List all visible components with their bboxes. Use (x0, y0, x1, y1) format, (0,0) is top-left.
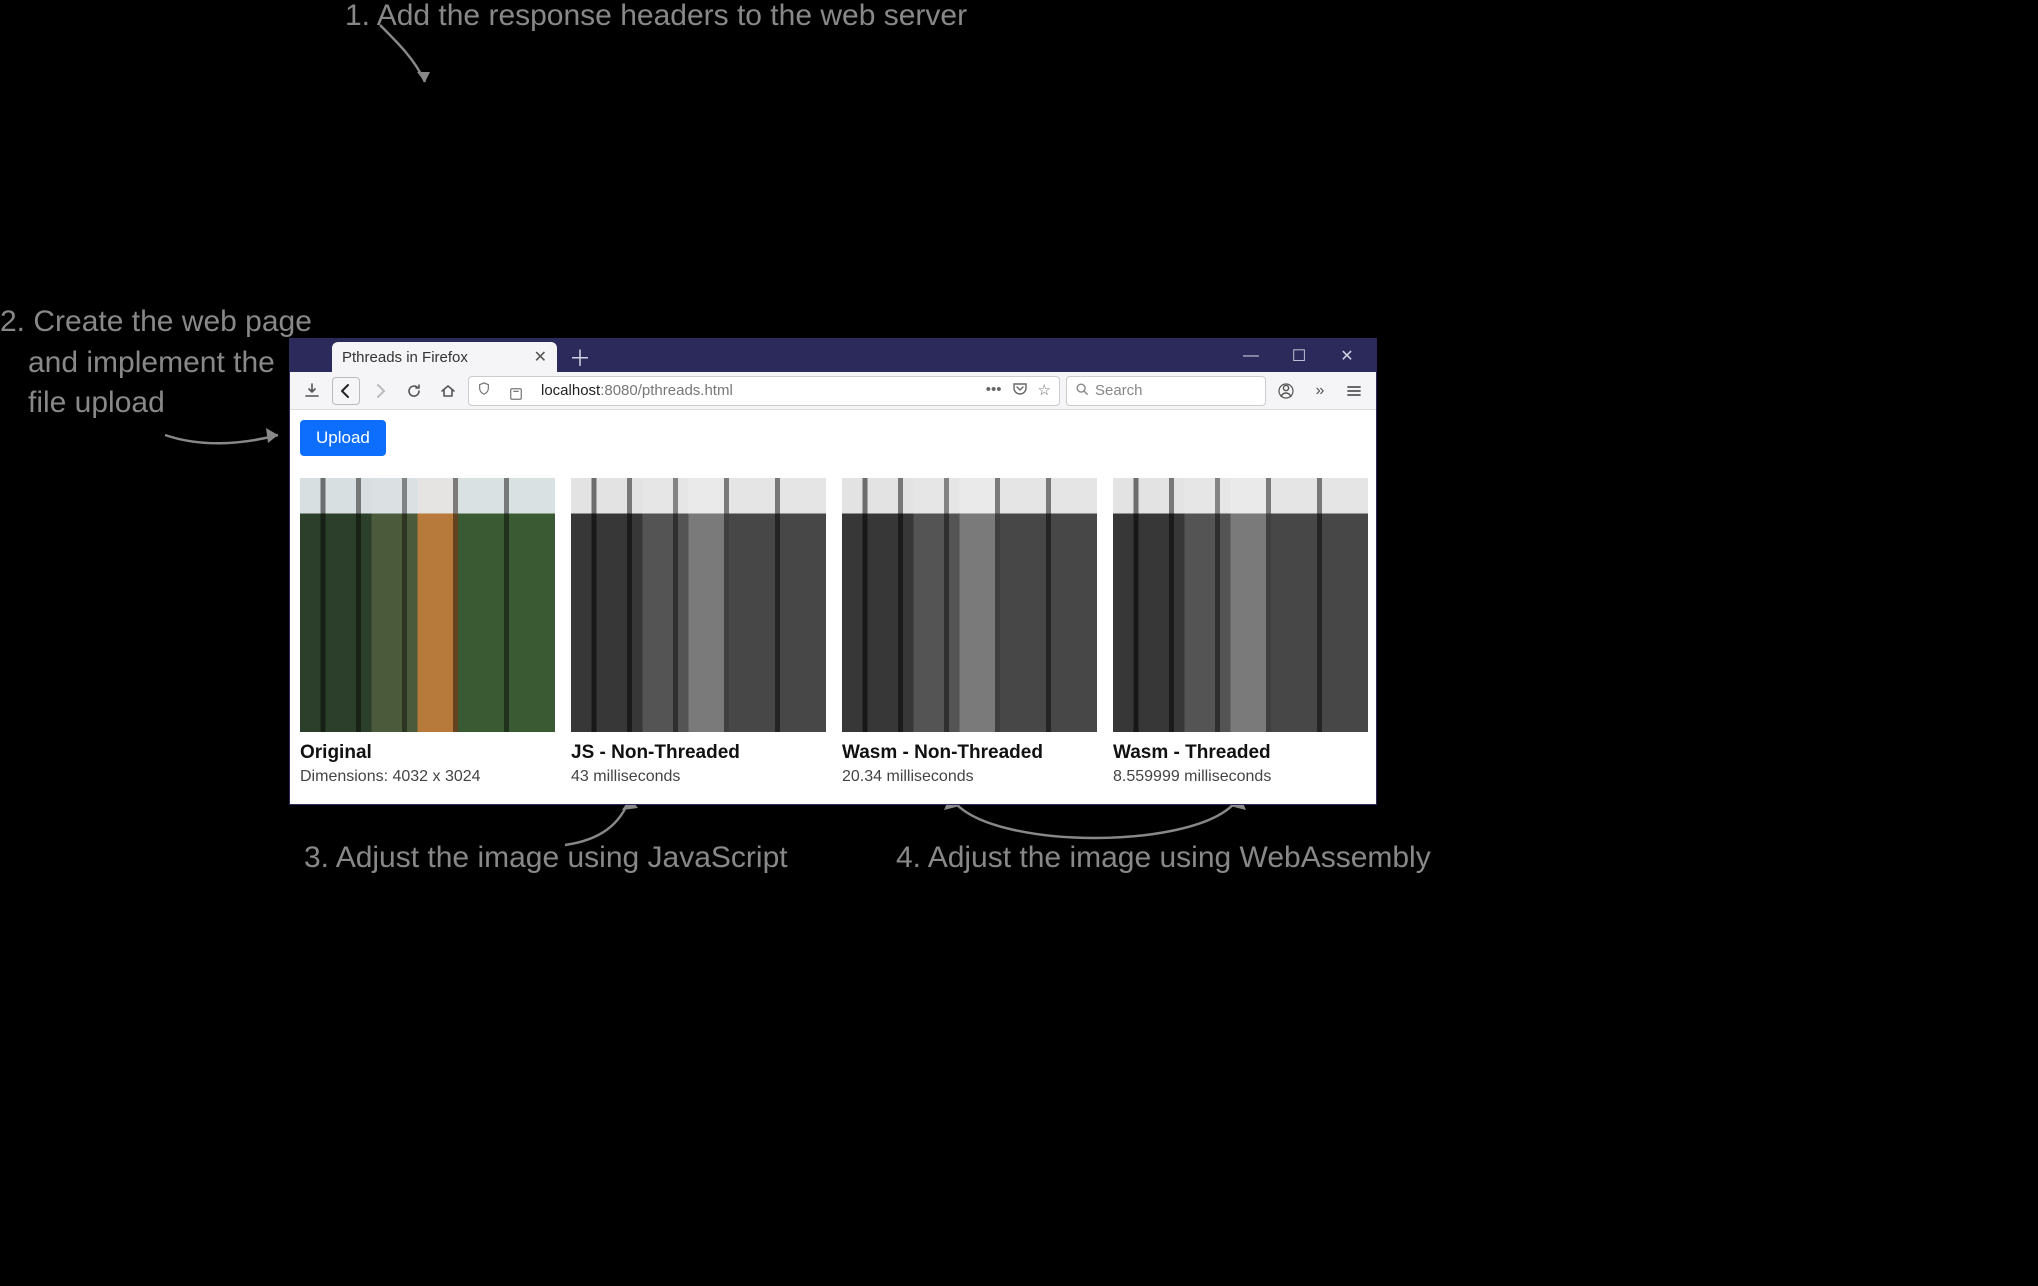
annotation-step2-l1: 2. Create the web page (0, 302, 312, 343)
reload-button[interactable] (400, 377, 428, 405)
card-sub: 20.34 milliseconds (842, 768, 1097, 786)
card-title: Original (300, 742, 555, 764)
card-js-non-threaded: JS - Non-Threaded 43 milliseconds (571, 478, 826, 786)
search-bar[interactable]: Search (1066, 376, 1266, 406)
downloads-icon[interactable] (298, 377, 326, 405)
thumb-original (300, 478, 555, 732)
browser-tab[interactable]: Pthreads in Firefox ✕ (332, 342, 557, 372)
annotation-step2-l2: and implement the (0, 343, 312, 384)
card-sub: 43 milliseconds (571, 768, 826, 786)
image-gallery: Original Dimensions: 4032 x 3024 JS - No… (300, 478, 1366, 786)
thumb-wasm-t (1113, 478, 1368, 732)
url-bar[interactable]: localhost:8080/pthreads.html ••• ☆ (468, 376, 1060, 406)
new-tab-button[interactable]: ＋ (569, 342, 591, 372)
card-wasm-non-threaded: Wasm - Non-Threaded 20.34 milliseconds (842, 478, 1097, 786)
browser-window: Pthreads in Firefox ✕ ＋ ― ☐ ✕ (290, 339, 1376, 804)
browser-toolbar: localhost:8080/pthreads.html ••• ☆ Searc… (290, 372, 1376, 410)
card-original: Original Dimensions: 4032 x 3024 (300, 478, 555, 786)
pocket-icon[interactable] (1012, 381, 1028, 401)
app-menu-icon[interactable] (1340, 377, 1368, 405)
back-button[interactable] (332, 377, 360, 405)
tab-strip: Pthreads in Firefox ✕ ＋ ― ☐ ✕ (290, 339, 1376, 372)
page-content: Upload Original Dimensions: 4032 x 3024 … (290, 410, 1376, 786)
thumb-js (571, 478, 826, 732)
upload-button[interactable]: Upload (300, 420, 386, 456)
card-title: Wasm - Threaded (1113, 742, 1368, 764)
overflow-icon[interactable]: » (1306, 377, 1334, 405)
bookmark-star-icon[interactable]: ☆ (1038, 381, 1051, 401)
page-actions-icon[interactable]: ••• (986, 381, 1002, 401)
tab-close-icon[interactable]: ✕ (534, 347, 547, 367)
card-sub: 8.559999 milliseconds (1113, 768, 1368, 786)
search-placeholder: Search (1095, 382, 1143, 399)
tab-title: Pthreads in Firefox (342, 349, 468, 366)
url-text: localhost:8080/pthreads.html (541, 382, 733, 399)
window-maximize-icon[interactable]: ☐ (1290, 346, 1308, 366)
window-close-icon[interactable]: ✕ (1338, 346, 1356, 366)
account-icon[interactable] (1272, 377, 1300, 405)
arrow-step1 (370, 20, 460, 100)
forward-button[interactable] (366, 377, 394, 405)
window-minimize-icon[interactable]: ― (1242, 347, 1260, 365)
card-title: JS - Non-Threaded (571, 742, 826, 764)
tracking-shield-icon[interactable] (477, 382, 491, 399)
card-wasm-threaded: Wasm - Threaded 8.559999 milliseconds (1113, 478, 1368, 786)
page-info-icon[interactable] (499, 377, 533, 404)
window-controls: ― ☐ ✕ (1242, 339, 1376, 372)
home-button[interactable] (434, 377, 462, 405)
thumb-wasm-nt (842, 478, 1097, 732)
card-title: Wasm - Non-Threaded (842, 742, 1097, 764)
arrow-step2 (160, 405, 300, 455)
search-icon (1075, 382, 1089, 400)
card-sub: Dimensions: 4032 x 3024 (300, 768, 555, 786)
annotation-step3: 3. Adjust the image using JavaScript (304, 838, 788, 879)
